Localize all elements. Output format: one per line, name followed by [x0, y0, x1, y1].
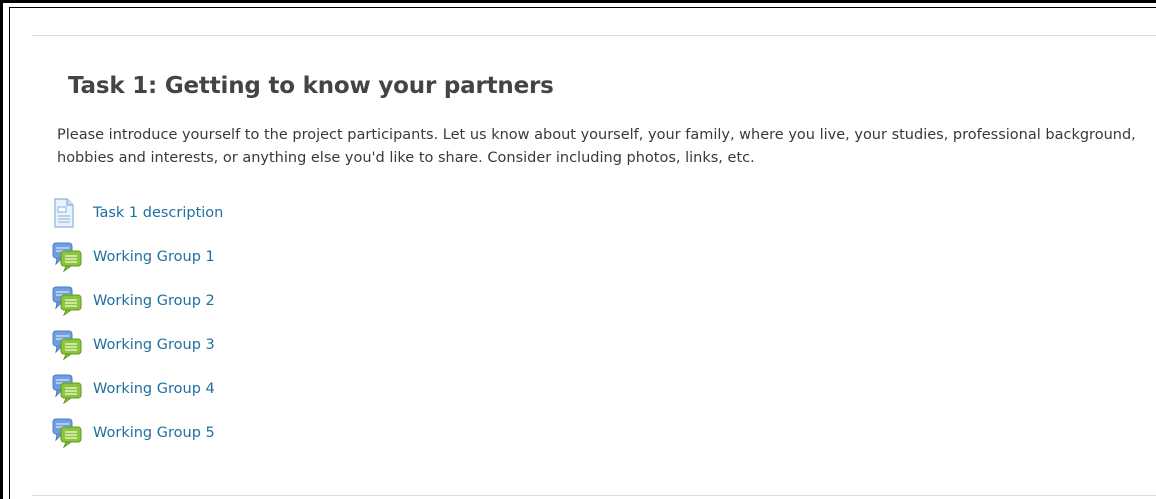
activity-label: Working Group 1	[93, 249, 215, 265]
section-summary: Please introduce yourself to the project…	[57, 127, 1136, 166]
activity-label: Working Group 2	[93, 293, 215, 309]
activity-item-working-group-3: Working Group 3	[52, 330, 223, 374]
activity-label: Working Group 5	[93, 425, 215, 441]
working-group-5-link[interactable]: Working Group 5	[52, 418, 215, 448]
section-title: Task 1: Getting to know your partners	[68, 73, 554, 99]
activity-item-working-group-1: Working Group 1	[52, 242, 223, 286]
course-section: Task 1: Getting to know your partners Pl…	[32, 35, 1156, 496]
activity-label: Working Group 4	[93, 381, 215, 397]
task-1-description-link[interactable]: Task 1 description	[52, 198, 223, 228]
working-group-1-link[interactable]: Working Group 1	[52, 242, 215, 272]
activity-label: Working Group 3	[93, 337, 215, 353]
page-icon	[52, 198, 86, 228]
working-group-4-link[interactable]: Working Group 4	[52, 374, 215, 404]
activity-item-working-group-4: Working Group 4	[52, 374, 223, 418]
activity-list: Task 1 description Working Group 1 Worki…	[52, 198, 223, 462]
forum-icon	[52, 286, 86, 316]
forum-icon	[52, 374, 86, 404]
forum-icon	[52, 418, 86, 448]
activity-label: Task 1 description	[93, 205, 224, 221]
activity-item-task-1-description: Task 1 description	[52, 198, 223, 242]
working-group-3-link[interactable]: Working Group 3	[52, 330, 215, 360]
activity-item-working-group-5: Working Group 5	[52, 418, 223, 462]
working-group-2-link[interactable]: Working Group 2	[52, 286, 215, 316]
forum-icon	[52, 330, 86, 360]
activity-item-working-group-2: Working Group 2	[52, 286, 223, 330]
forum-icon	[52, 242, 86, 272]
